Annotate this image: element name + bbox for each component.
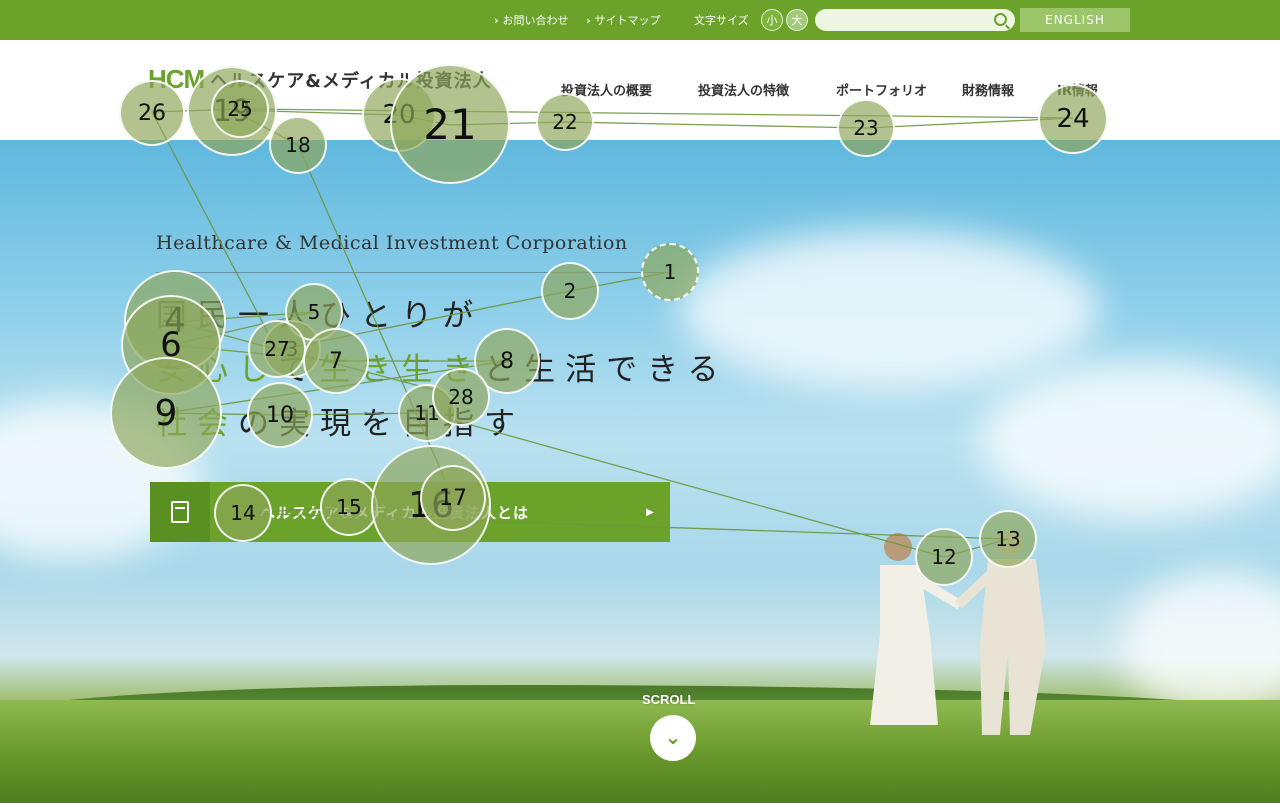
- arrow-right-icon: ▶: [646, 506, 654, 518]
- couple-image: [870, 530, 1046, 735]
- search-icon[interactable]: [994, 13, 1007, 26]
- cloud-shape: [680, 230, 1100, 390]
- logo-mark: HCM: [148, 64, 205, 94]
- hero-subtitle: Healthcare & Medical Investment Corporat…: [156, 232, 628, 254]
- utility-bar: お問い合わせ サイトマップ 文字サイズ 小 大 ENGLISH: [0, 0, 1280, 40]
- hero-section: Healthcare & Medical Investment Corporat…: [0, 140, 1280, 803]
- about-button[interactable]: ヘルスケア&メディカル投資法人とは ▶: [150, 482, 670, 542]
- book-icon: [171, 501, 189, 523]
- fontsize-label: 文字サイズ: [694, 14, 749, 27]
- hero-highlight: 安心し: [156, 352, 279, 388]
- scroll-label: SCROLL: [642, 692, 696, 707]
- hero-line-2: 安心して生き生きと生活できる: [156, 344, 728, 389]
- hero-divider: [156, 272, 666, 273]
- nav-ir[interactable]: IR情報: [1057, 80, 1098, 99]
- book-icon-container: [150, 482, 210, 542]
- search-input[interactable]: [825, 9, 999, 33]
- chevron-double-down-icon: ⌄: [664, 725, 682, 749]
- nav-overview[interactable]: 投資法人の概要: [561, 80, 652, 99]
- nav-features[interactable]: 投資法人の特徴: [698, 80, 789, 99]
- site-header: HCM ヘルスケア&メディカル投資法人 投資法人の概要 投資法人の特徴 ポートフ…: [0, 40, 1280, 140]
- sitemap-link[interactable]: サイトマップ: [586, 12, 661, 28]
- english-button[interactable]: ENGLISH: [1020, 8, 1130, 32]
- contact-link[interactable]: お問い合わせ: [494, 12, 569, 28]
- nav-portfolio[interactable]: ポートフォリオ: [836, 80, 927, 99]
- hero-text: と生活できる: [483, 352, 729, 388]
- hero-highlight: 社会: [156, 406, 238, 442]
- site-logo[interactable]: HCM ヘルスケア&メディカル投資法人: [148, 64, 492, 95]
- fontsize-small-button[interactable]: 小: [761, 9, 783, 31]
- search-box: [815, 9, 1015, 33]
- nav-financial[interactable]: 財務情報: [962, 80, 1014, 99]
- fontsize-large-button[interactable]: 大: [786, 9, 808, 31]
- about-button-label: ヘルスケア&メディカル投資法人とは: [260, 503, 530, 522]
- scroll-down-button[interactable]: ⌄: [650, 715, 696, 761]
- hero-line-1: 国民一人ひとりが: [156, 298, 484, 334]
- logo-text: ヘルスケア&メディカル投資法人: [210, 70, 492, 92]
- hero-text: て: [278, 352, 320, 388]
- hero-text: の実現を目指す: [238, 406, 525, 442]
- cloud-shape: [980, 360, 1280, 520]
- hero-highlight: 生き生き: [319, 352, 484, 388]
- hero-line-3: 社会の実現を目指す: [156, 398, 525, 443]
